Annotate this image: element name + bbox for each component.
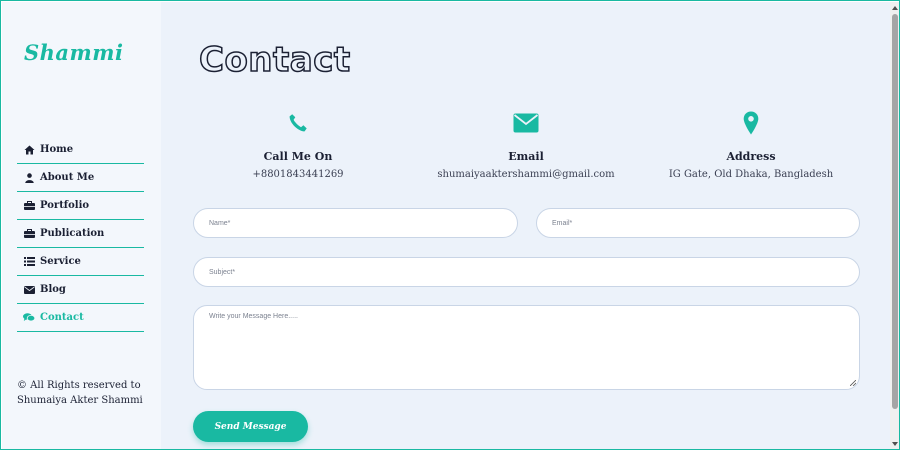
sidebar-item-contact[interactable]: Contact bbox=[17, 304, 144, 332]
sidebar-item-home[interactable]: Home bbox=[17, 136, 144, 164]
contact-info-phone: Call Me On +8801843441269 bbox=[188, 108, 408, 180]
email-address[interactable]: shumaiyaaktershammi@gmail.com bbox=[416, 169, 636, 180]
subject-input[interactable]: Subject* bbox=[193, 257, 860, 287]
sidebar-item-about-me[interactable]: About Me bbox=[17, 164, 144, 192]
sidebar-item-label: Service bbox=[40, 256, 81, 267]
scroll-up-icon[interactable] bbox=[890, 3, 899, 13]
send-message-button[interactable]: Send Message bbox=[193, 411, 308, 442]
vertical-scrollbar[interactable] bbox=[890, 2, 899, 449]
sidebar-item-label: Home bbox=[40, 144, 74, 155]
phone-icon bbox=[188, 108, 408, 138]
name-placeholder: Name* bbox=[209, 220, 231, 227]
sidebar-item-blog[interactable]: Blog bbox=[17, 276, 144, 304]
sidebar-item-label: About Me bbox=[40, 172, 95, 183]
email-placeholder: Email* bbox=[552, 220, 573, 227]
comments-icon bbox=[23, 312, 35, 324]
sidebar-item-label: Blog bbox=[40, 284, 66, 295]
contact-info-heading: Call Me On bbox=[263, 150, 333, 163]
list-icon bbox=[23, 256, 35, 268]
page-title: Contact bbox=[198, 39, 351, 81]
name-input[interactable]: Name* bbox=[193, 208, 518, 238]
contact-info-heading: Address bbox=[726, 150, 776, 163]
address-text: IG Gate, Old Dhaka, Bangladesh bbox=[668, 169, 834, 180]
contact-info-address: Address IG Gate, Old Dhaka, Bangladesh bbox=[641, 108, 861, 180]
sidebar: Shammi Home About Me Portfolio Publicati… bbox=[2, 2, 161, 449]
briefcase-icon bbox=[23, 200, 35, 212]
email-input[interactable]: Email* bbox=[536, 208, 860, 238]
phone-number[interactable]: +8801843441269 bbox=[188, 169, 408, 180]
envelope-icon bbox=[23, 284, 35, 296]
user-icon bbox=[23, 172, 35, 184]
envelope-icon bbox=[416, 108, 636, 138]
browser-frame: Shammi Home About Me Portfolio Publicati… bbox=[0, 0, 900, 450]
copyright-text: © All Rights reserved to Shumaiya Akter … bbox=[17, 380, 143, 406]
map-marker-icon bbox=[641, 108, 861, 138]
scroll-down-icon[interactable] bbox=[890, 439, 899, 449]
contact-info-email: Email shumaiyaaktershammi@gmail.com bbox=[416, 108, 636, 180]
main-content: Contact Call Me On +8801843441269 Email … bbox=[161, 2, 890, 449]
brand-logo[interactable]: Shammi bbox=[24, 40, 123, 65]
sidebar-item-label: Contact bbox=[40, 312, 84, 323]
message-placeholder: Write your Message Here..... bbox=[209, 313, 298, 320]
resize-handle-icon[interactable] bbox=[849, 379, 857, 387]
sidebar-nav: Home About Me Portfolio Publication Serv… bbox=[17, 136, 144, 332]
scrollbar-thumb[interactable] bbox=[892, 14, 898, 409]
briefcase-icon bbox=[23, 228, 35, 240]
sidebar-item-publication[interactable]: Publication bbox=[17, 220, 144, 248]
sidebar-item-label: Portfolio bbox=[40, 200, 90, 211]
sidebar-item-service[interactable]: Service bbox=[17, 248, 144, 276]
message-textarea[interactable]: Write your Message Here..... bbox=[193, 305, 860, 390]
subject-placeholder: Subject* bbox=[209, 269, 236, 276]
contact-info-heading: Email bbox=[508, 150, 544, 163]
sidebar-item-label: Publication bbox=[40, 228, 105, 239]
home-icon bbox=[23, 144, 35, 156]
sidebar-item-portfolio[interactable]: Portfolio bbox=[17, 192, 144, 220]
